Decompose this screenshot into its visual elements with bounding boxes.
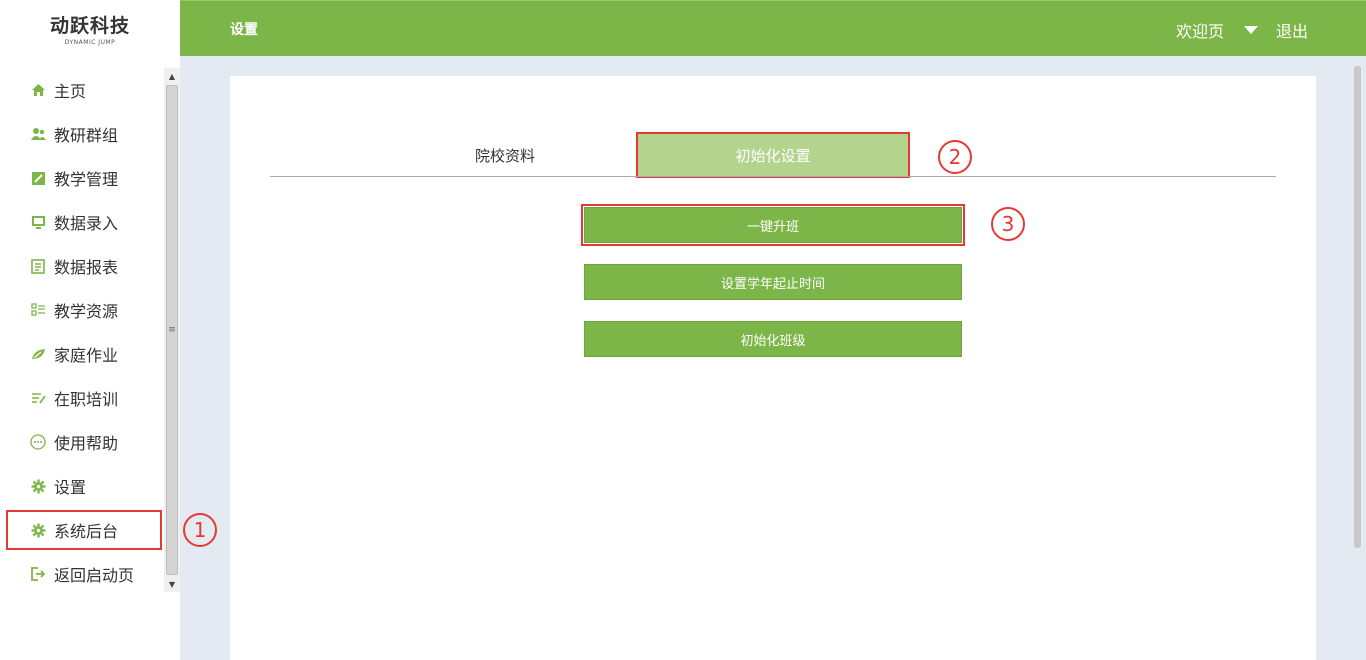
welcome-link[interactable]: 欢迎页	[1176, 18, 1224, 42]
logout-link[interactable]: 退出	[1276, 18, 1308, 42]
annotation-marker-3: 3	[991, 207, 1025, 241]
init-class-button[interactable]: 初始化班级	[584, 321, 962, 357]
one-click-upgrade-button[interactable]: 一键升班	[581, 204, 965, 246]
tab-school-info[interactable]: 院校资料	[430, 134, 580, 176]
set-school-year-button[interactable]: 设置学年起止时间	[584, 264, 962, 300]
scroll-up-icon[interactable]: ▲	[164, 68, 180, 84]
tab-divider	[270, 176, 1276, 177]
gear-icon	[30, 478, 46, 494]
sidebar-item-label: 返回启动页	[54, 566, 135, 585]
tab-init-settings[interactable]: 初始化设置	[636, 132, 910, 178]
sidebar-item-label: 教学资源	[54, 302, 119, 321]
sidebar-item-data-reports[interactable]: 数据报表	[0, 244, 164, 288]
sidebar-item-data-entry[interactable]: 数据录入	[0, 200, 164, 244]
sidebar-item-homework[interactable]: 家庭作业	[0, 332, 164, 376]
sidebar-item-return-launch[interactable]: 返回启动页	[0, 552, 164, 596]
sidebar-item-research-groups[interactable]: 教研群组	[0, 112, 164, 156]
top-header: 设置 欢迎页 退出	[180, 0, 1366, 56]
logo-subtext: DYNAMIC JUMP	[64, 38, 116, 46]
settings-panel: 院校资料 初始化设置 2 一键升班 3 设置学年起止时间 初始化班级	[230, 76, 1316, 660]
sidebar-scrollbar[interactable]: ▲ ≡ ▼	[164, 68, 180, 592]
sidebar-item-teaching-resources[interactable]: 教学资源	[0, 288, 164, 332]
edit-icon	[30, 170, 46, 186]
sidebar-item-label: 数据录入	[54, 214, 119, 233]
sidebar-item-teaching-management[interactable]: 教学管理	[0, 156, 164, 200]
chevron-down-icon[interactable]	[1243, 26, 1258, 34]
sidebar-item-system-backend[interactable]: 系统后台	[4, 508, 164, 552]
sidebar-item-label: 使用帮助	[54, 434, 119, 453]
content-scrollbar[interactable]	[1354, 66, 1361, 548]
sidebar-item-label: 数据报表	[54, 258, 119, 277]
sidebar-item-label: 教研群组	[54, 126, 119, 145]
logo: 动跃科技 DYNAMIC JUMP	[0, 0, 180, 56]
exit-icon	[30, 566, 46, 582]
gear-icon	[30, 522, 46, 538]
sidebar-item-label: 家庭作业	[54, 346, 119, 365]
sidebar-item-label: 在职培训	[54, 390, 119, 409]
sidebar-item-help[interactable]: 使用帮助	[0, 420, 164, 464]
annotation-marker-2: 2	[938, 140, 972, 174]
header-actions: 欢迎页 退出	[1176, 18, 1308, 42]
report-icon	[30, 258, 46, 274]
logo-text: 动跃科技	[49, 14, 130, 37]
sidebar: 动跃科技 DYNAMIC JUMP 主页 教研群组 教学管理 数据录入 数据报表…	[0, 0, 180, 660]
scrollbar-thumb[interactable]: ≡	[166, 85, 178, 575]
resource-icon	[30, 302, 46, 318]
training-icon	[30, 390, 46, 406]
sidebar-item-label: 教学管理	[54, 170, 119, 189]
home-icon	[30, 82, 46, 98]
monitor-icon	[30, 214, 46, 230]
sidebar-item-label: 设置	[54, 478, 87, 497]
sidebar-menu: 主页 教研群组 教学管理 数据录入 数据报表 教学资源 家庭作业 在职培训 使用…	[0, 68, 164, 596]
page-title: 设置	[230, 22, 258, 38]
sidebar-item-label: 主页	[54, 82, 87, 101]
annotation-marker-1: 1	[183, 513, 217, 547]
sidebar-item-home[interactable]: 主页	[0, 68, 164, 112]
help-icon	[30, 434, 46, 450]
sidebar-item-settings[interactable]: 设置	[0, 464, 164, 508]
users-icon	[30, 126, 46, 142]
scroll-down-icon[interactable]: ▼	[164, 576, 180, 592]
sidebar-item-training[interactable]: 在职培训	[0, 376, 164, 420]
homework-icon	[30, 346, 46, 362]
sidebar-item-label: 系统后台	[54, 522, 119, 541]
